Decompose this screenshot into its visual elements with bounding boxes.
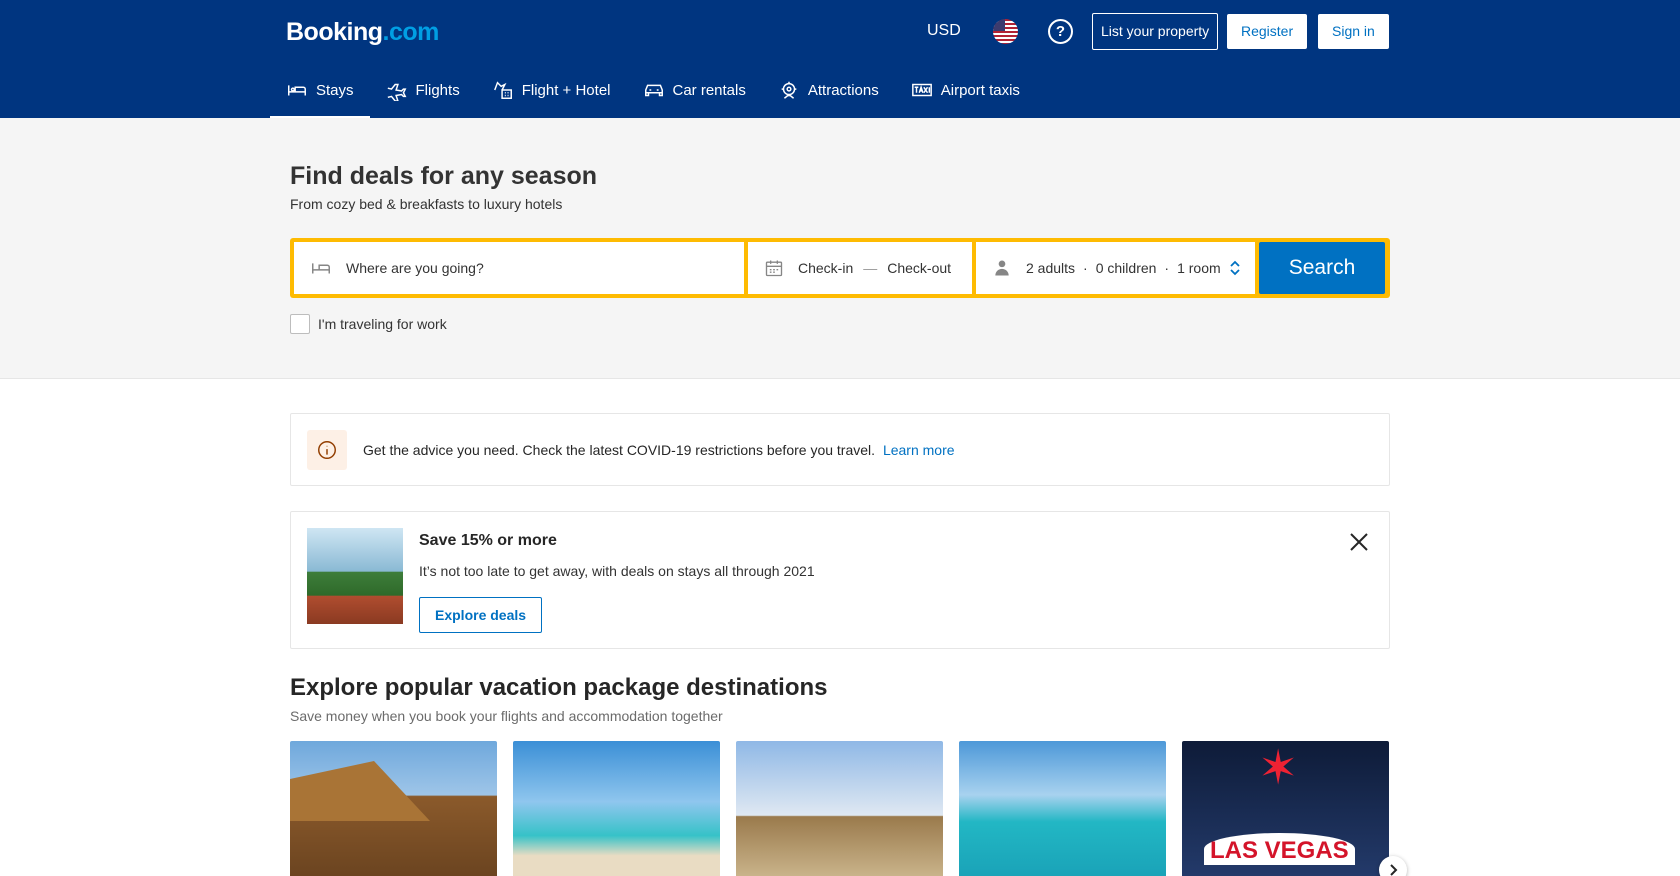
guests-selector[interactable]: 2 adults · 0 children · 1 room	[976, 242, 1255, 294]
close-icon[interactable]	[1347, 530, 1371, 554]
help-icon[interactable]: ?	[1048, 19, 1073, 44]
work-travel-checkbox[interactable]: I'm traveling for work	[290, 314, 447, 334]
booking-logo[interactable]: Booking.com	[286, 18, 439, 47]
search-hero: Find deals for any season From cozy bed …	[0, 118, 1680, 379]
covid-message: Get the advice you need. Check the lates…	[363, 441, 876, 458]
date-separator: —	[863, 260, 878, 276]
list-property-button[interactable]: List your property	[1092, 13, 1219, 50]
taxi-icon	[911, 83, 932, 97]
destinations-subtitle: Save money when you book your flights an…	[290, 708, 723, 724]
nav-tab-car-rentals[interactable]: Car rentals	[627, 62, 762, 118]
destination-card[interactable]: ✶ LAS VEGAS	[1182, 741, 1389, 876]
las-vegas-sign: LAS VEGAS	[1204, 833, 1355, 865]
sign-in-button[interactable]: Sign in	[1318, 14, 1389, 49]
carousel-next-button[interactable]	[1379, 856, 1407, 876]
checkbox[interactable]	[290, 314, 310, 334]
language-flag-icon[interactable]	[993, 19, 1018, 44]
flight-hotel-icon	[493, 81, 512, 99]
date-picker[interactable]: Check-in — Check-out	[748, 242, 972, 294]
destination-input[interactable]: Where are you going?	[294, 242, 744, 294]
destinations-title: Explore popular vacation package destina…	[290, 674, 828, 701]
star-icon: ✶	[1258, 742, 1299, 795]
checkout-field[interactable]: Check-out	[887, 260, 951, 276]
promo-subtitle: It’s not too late to get away, with deal…	[419, 563, 815, 579]
promo-title: Save 15% or more	[419, 532, 557, 549]
bed-icon	[312, 263, 330, 274]
chevron-right-icon	[1390, 864, 1398, 876]
nav-tab-attractions[interactable]: Attractions	[762, 62, 895, 118]
top-header: Booking.com USD ? List your property Reg…	[0, 0, 1680, 118]
destination-card[interactable]	[290, 741, 497, 876]
nav-tab-flights[interactable]: Flights	[370, 62, 476, 118]
info-icon	[307, 429, 347, 470]
nav-tab-stays[interactable]: Stays	[270, 62, 370, 118]
product-nav: Stays Flights Flight + Hotel Car rentals…	[270, 62, 1036, 118]
destination-carousel: ✶ LAS VEGAS	[290, 741, 1389, 876]
car-icon	[644, 84, 663, 97]
checkin-field[interactable]: Check-in	[798, 260, 853, 276]
search-button[interactable]: Search	[1259, 242, 1385, 294]
plane-icon	[387, 83, 406, 101]
explore-deals-button[interactable]: Explore deals	[419, 597, 543, 633]
promo-card: Save 15% or more It’s not too late to ge…	[290, 511, 1390, 649]
search-bar: Where are you going? Check-in — Check-ou…	[290, 238, 1390, 298]
register-button[interactable]: Register	[1227, 14, 1308, 49]
destination-card[interactable]	[736, 741, 943, 876]
hero-subtitle: From cozy bed & breakfasts to luxury hot…	[290, 196, 563, 212]
nav-tab-flight-hotel[interactable]: Flight + Hotel	[476, 62, 627, 118]
destination-card[interactable]	[513, 741, 720, 876]
calendar-icon	[765, 260, 783, 277]
bed-icon	[288, 85, 306, 96]
covid-banner: Get the advice you need. Check the lates…	[290, 413, 1390, 486]
attractions-icon	[781, 81, 797, 99]
promo-image	[307, 528, 403, 624]
destination-card[interactable]	[959, 741, 1166, 876]
hero-title: Find deals for any season	[290, 162, 598, 190]
person-icon	[995, 260, 1009, 276]
currency-selector[interactable]: USD	[927, 22, 961, 40]
nav-tab-airport-taxis[interactable]: Airport taxis	[895, 62, 1036, 118]
learn-more-link[interactable]: Learn more	[883, 442, 955, 458]
up-down-chevron-icon	[1230, 260, 1240, 276]
